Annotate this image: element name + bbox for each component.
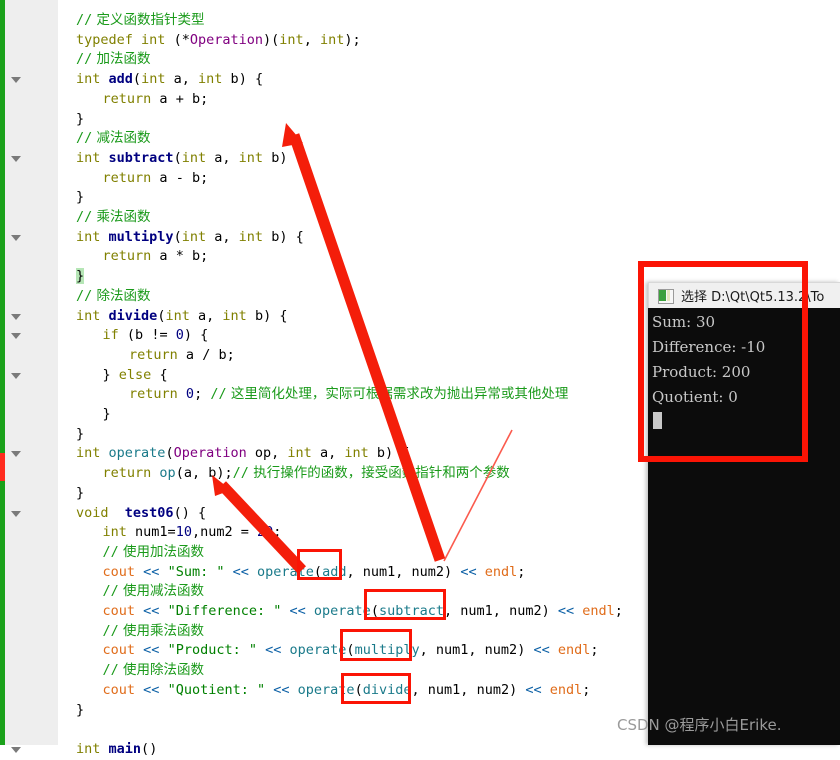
code-line: } else { [102,366,168,383]
code-line: return a + b; [102,90,209,107]
editor-gutter[interactable] [5,0,58,753]
code-line: } [76,189,85,206]
fold-toggle-icon[interactable] [10,507,23,520]
code-line: } [102,406,111,422]
fold-toggle-icon[interactable] [10,231,23,244]
code-line: // 使用乘法函数 [102,622,205,639]
fold-toggle-icon[interactable] [10,329,23,342]
fold-toggle-icon[interactable] [10,73,23,86]
fold-toggle-icon[interactable] [10,447,23,460]
code-line: // 使用除法函数 [102,662,205,679]
highlight-box-subtract [364,589,446,620]
code-line: int divide(int a, int b) { [76,307,288,324]
code-line: // 使用减法函数 [102,583,205,600]
code-line: return a / b; [129,346,235,363]
code-line: } [76,110,85,127]
code-line: void test06() { [76,504,207,521]
code-line: if (b != 0) { [102,327,209,344]
code-line: cout << "Difference: " << operate(subtra… [102,603,623,619]
code-line: int operate(Operation op, int a, int b) … [76,445,410,462]
code-line: // 乘法函数 [76,209,151,225]
code-line: int multiply(int a, int b) { [76,228,304,245]
code-line: int subtract(int a, int b) { [76,149,304,166]
code-line: typedef int (*Operation)(int, int); [76,31,361,48]
code-line: } [76,484,85,501]
code-line: int main() [76,740,158,757]
code-line: return a - b; [102,169,209,186]
code-line: // 使用加法函数 [102,543,205,560]
code-line: int num1=10,num2 = 20; [102,524,282,541]
code-line: } [76,425,85,442]
console-highlight-box [638,261,808,462]
csdn-watermark: CSDN @程序小白Erike. [617,716,782,734]
code-line: return 0; // 这里简化处理，实际可根据需求改为抛出异常或其他处理 [129,386,569,403]
code-line: } [76,701,85,718]
fold-toggle-icon[interactable] [10,369,23,382]
highlight-box-add [297,549,342,580]
highlight-box-multiply [340,629,412,661]
code-line: // 加法函数 [76,51,151,68]
code-line: // 定义函数指针类型 [76,12,205,28]
code-line: int add(int a, int b) { [76,71,264,88]
highlight-box-divide [341,673,411,704]
code-line: } [76,268,85,285]
code-line: // 减法函数 [76,130,151,147]
fold-toggle-icon[interactable] [10,310,23,323]
code-line: return a * b; [102,248,209,265]
code-line: // 除法函数 [76,287,151,304]
fold-toggle-icon[interactable] [10,152,23,165]
code-line: return op(a, b);// 执行操作的函数，接受函数指针和两个参数 [102,465,510,482]
